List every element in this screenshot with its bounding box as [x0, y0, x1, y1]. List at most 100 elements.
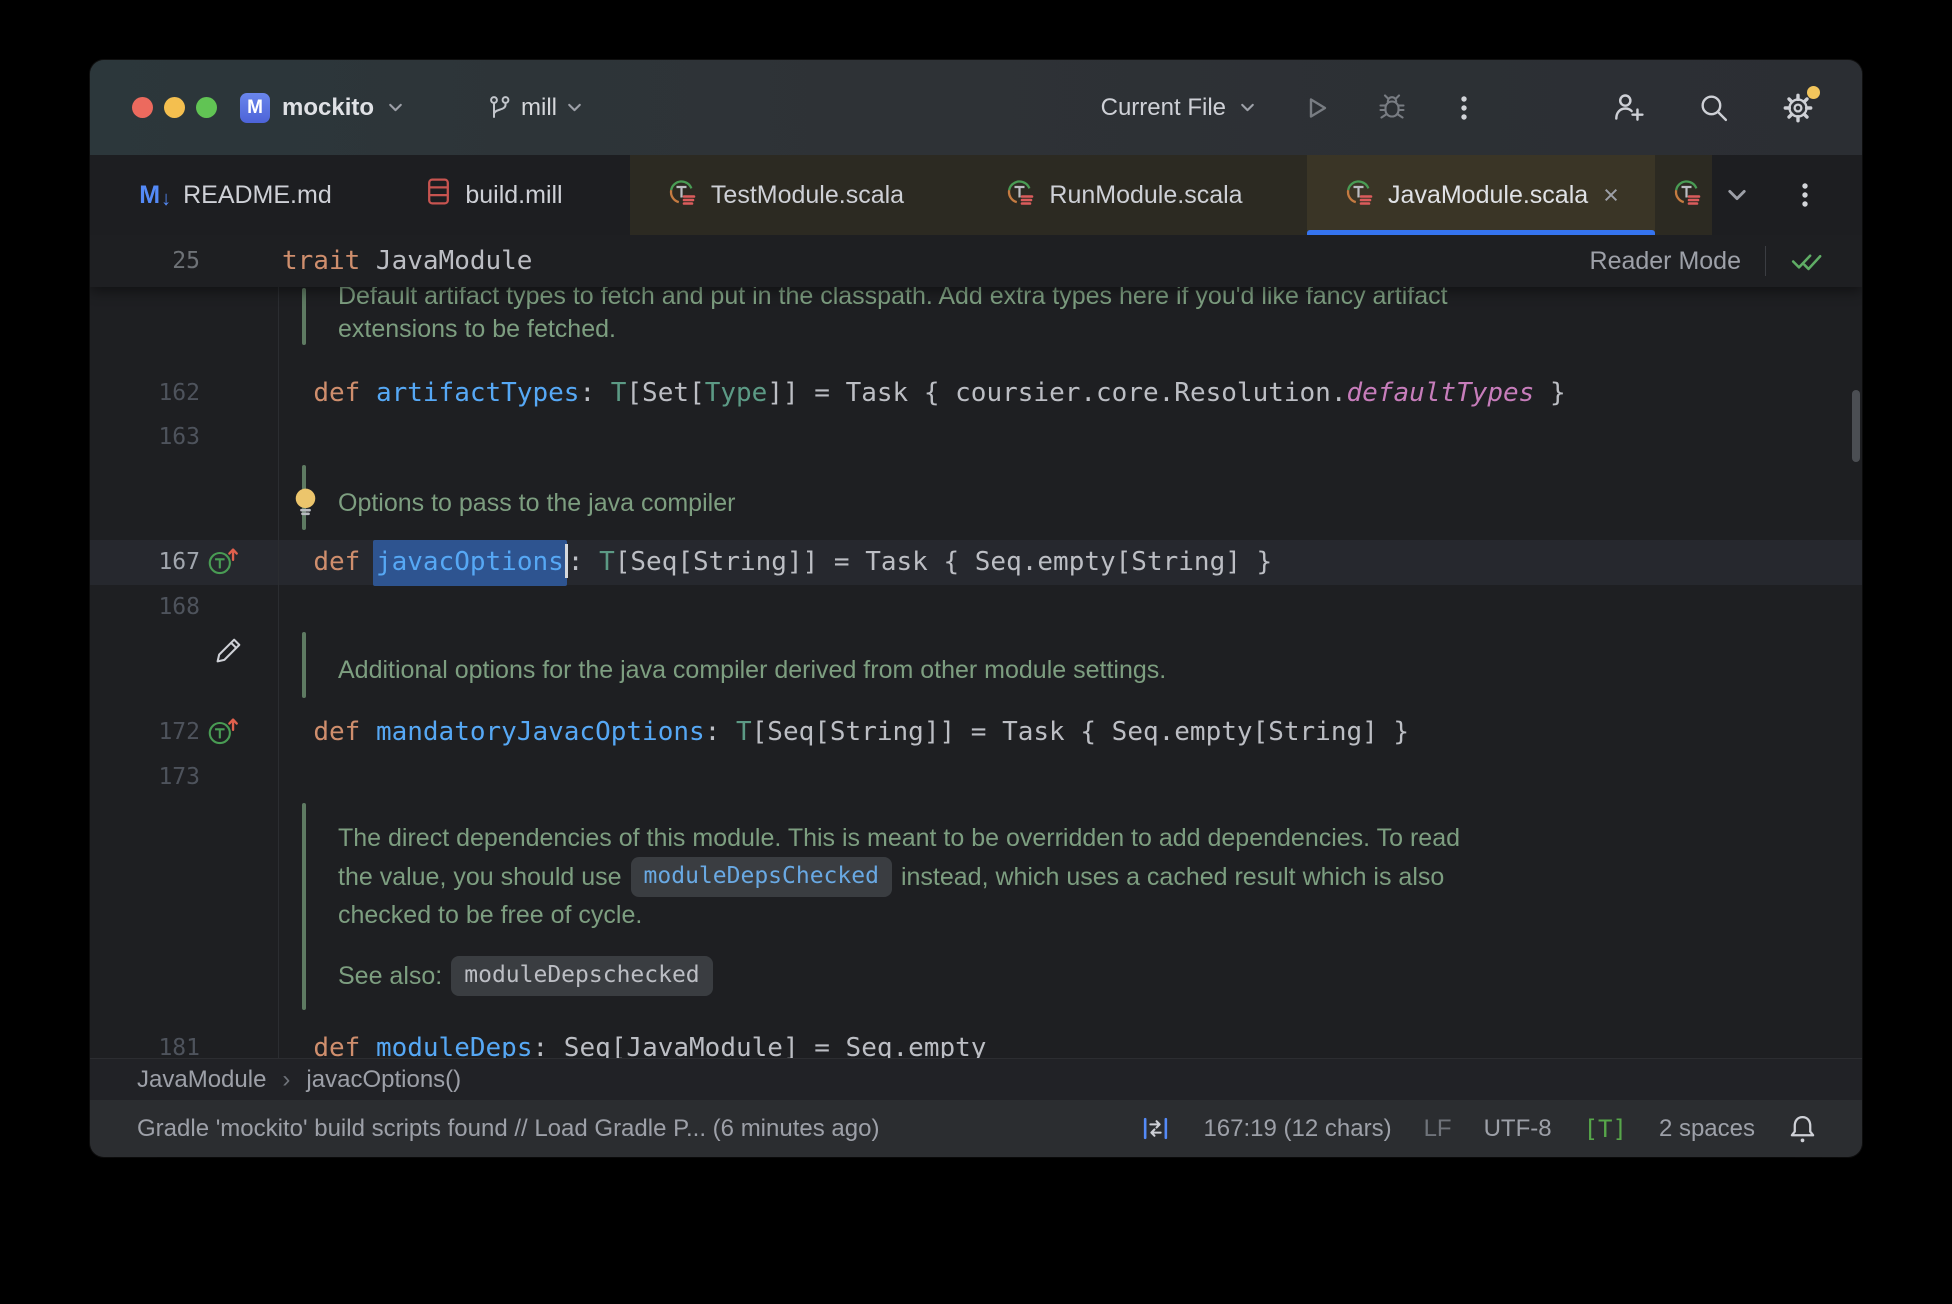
line-number[interactable]: 162 — [90, 371, 200, 415]
sticky-line-number: 25 — [172, 248, 200, 274]
markdown-icon: M↓ — [139, 180, 172, 210]
reader-mode-widget: Reader Mode — [1590, 235, 1826, 287]
close-tab-icon[interactable]: × — [1603, 181, 1619, 209]
doc-comment-bar — [302, 632, 306, 698]
status-message[interactable]: Gradle 'mockito' build scripts found // … — [137, 1115, 1140, 1143]
debug-button[interactable] — [1375, 91, 1409, 125]
code-token: Type — [704, 378, 768, 408]
doc-code-chip[interactable]: moduleDepschecked — [451, 956, 713, 996]
doc-comment-bar — [302, 803, 306, 1010]
line-number[interactable]: 181 — [90, 1026, 200, 1058]
encoding-widget[interactable]: UTF-8 — [1484, 1115, 1552, 1143]
code-token: defaultTypes — [1346, 378, 1535, 408]
sticky-header-line[interactable]: 25 trait JavaModule Reader Mode — [90, 235, 1862, 287]
settings-button[interactable] — [1780, 85, 1820, 126]
code-line[interactable]: def javacOptions: T[Seq[String]] = Task … — [282, 540, 1273, 586]
sticky-code: trait JavaModule — [282, 235, 532, 287]
search-everywhere-button[interactable] — [1697, 91, 1730, 124]
project-widget[interactable]: M mockito — [240, 60, 405, 155]
line-number[interactable]: 167 — [90, 540, 200, 584]
indent-widget[interactable]: 2 spaces — [1659, 1115, 1755, 1143]
line-number[interactable]: 163 — [90, 415, 200, 459]
tab-label: build.mill — [465, 180, 563, 209]
bulb-icon[interactable] — [290, 485, 321, 522]
doc-code-chip[interactable]: moduleDepsChecked — [630, 857, 892, 897]
chevron-down-icon — [565, 98, 584, 117]
tab-label: TestModule.scala — [710, 180, 905, 209]
status-bar: Gradle 'mockito' build scripts found // … — [90, 1100, 1862, 1157]
close-window-button[interactable] — [132, 97, 153, 118]
doc-comment-line: Options to pass to the java compiler — [338, 488, 736, 517]
code-token: : — [579, 378, 611, 408]
project-name: mockito — [282, 93, 375, 121]
code-token: mandatoryJavacOptions — [375, 717, 705, 747]
override-icon[interactable] — [205, 714, 241, 750]
run-widget: Current File — [1101, 60, 1477, 155]
doc-comment-line: extensions to be fetched. — [338, 314, 616, 343]
scala-trait-icon — [1671, 176, 1703, 215]
editor-tab-readme-md[interactable]: M↓ README.md — [113, 155, 358, 235]
doc-text: See also: — [338, 961, 443, 990]
code-token: [Set[ — [626, 378, 705, 408]
code-token: def — [313, 547, 376, 577]
code-token: def — [313, 378, 376, 408]
minimize-window-button[interactable] — [164, 97, 185, 118]
maximize-window-button[interactable] — [196, 97, 217, 118]
breadcrumb-separator: › — [282, 1065, 291, 1093]
chevron-down-icon — [1238, 98, 1257, 117]
inspections-ok-icon[interactable] — [1790, 247, 1826, 275]
run-configuration-label: Current File — [1100, 93, 1226, 121]
editor-columns-icon[interactable] — [1140, 1113, 1171, 1144]
editor-tab-javamodule-scala[interactable]: JavaModule.scala × — [1307, 155, 1655, 235]
tab-options-kebab-icon[interactable] — [1792, 180, 1818, 210]
editor-tab-testmodule-scala[interactable]: TestModule.scala — [630, 155, 940, 235]
code-token: def — [313, 1033, 376, 1058]
code-line[interactable]: def mandatoryJavacOptions: T[Seq[String]… — [282, 710, 1409, 754]
notifications-bell-icon[interactable] — [1787, 1112, 1818, 1145]
line-separator-widget[interactable]: LF — [1424, 1115, 1452, 1143]
code-token: T — [735, 717, 752, 747]
vcs-branch-widget[interactable]: mill — [486, 60, 584, 155]
editor-tab-bar: M↓ README.md build.mill TestModule.scala Run… — [90, 155, 1862, 235]
scala-trait-icon — [666, 176, 698, 215]
reader-mode-label[interactable]: Reader Mode — [1590, 247, 1741, 276]
breadcrumb-bar: JavaModule › javacOptions() — [90, 1058, 1862, 1100]
more-actions-button[interactable] — [1451, 93, 1477, 123]
override-icon[interactable] — [205, 544, 241, 580]
run-configuration-select[interactable]: Current File — [1101, 94, 1257, 122]
code-token: Seq[JavaModule] = Seq.empty — [563, 1033, 987, 1058]
editor-tab-runmodule-scala[interactable]: RunModule.scala — [940, 155, 1307, 235]
code-line[interactable]: def moduleDeps: Seq[JavaModule] = Seq.em… — [282, 1026, 986, 1058]
code-token: moduleDeps — [375, 1033, 533, 1058]
tab-label: JavaModule.scala — [1388, 180, 1589, 209]
code-token: : — [567, 547, 600, 577]
doc-comment-line: checked to be free of cycle. — [338, 900, 643, 929]
pencil-icon[interactable] — [214, 634, 245, 665]
editor-scrollbar-thumb[interactable] — [1852, 390, 1860, 462]
title-bar: M mockito mill Current File — [90, 60, 1862, 155]
code-token: [Seq[String]] = Task { Seq.empty[String]… — [614, 547, 1273, 577]
breadcrumb-item[interactable]: JavaModule — [137, 1066, 266, 1094]
doc-text: the value, you should use — [338, 862, 622, 891]
code-token: artifactTypes — [375, 378, 580, 408]
branch-name: mill — [521, 93, 557, 121]
tabs-list-chevron-icon[interactable] — [1724, 182, 1750, 208]
code-token: trait — [282, 246, 376, 276]
type-highlighting-widget[interactable]: [T] — [1584, 1115, 1627, 1143]
line-number[interactable]: 168 — [90, 585, 200, 629]
chevron-down-icon — [386, 98, 405, 117]
editor-tab-partial[interactable] — [1655, 155, 1712, 235]
code-line[interactable]: def artifactTypes: T[Set[Type]] = Task {… — [282, 371, 1565, 415]
breadcrumb-item[interactable]: javacOptions() — [306, 1066, 461, 1094]
editor-area[interactable]: 162 163 167 168 172 173 181 Default artifact ty… — [90, 235, 1862, 1058]
line-number[interactable]: 173 — [90, 755, 200, 799]
mill-file-icon — [425, 176, 452, 214]
tab-bar-actions — [1724, 155, 1862, 235]
line-number[interactable]: 172 — [90, 710, 200, 754]
editor-tab-build-mill[interactable]: build.mill — [358, 155, 630, 235]
add-user-button[interactable] — [1611, 90, 1647, 126]
caret-position-widget[interactable]: 167:19 (12 chars) — [1203, 1115, 1391, 1143]
run-button[interactable] — [1299, 91, 1333, 125]
